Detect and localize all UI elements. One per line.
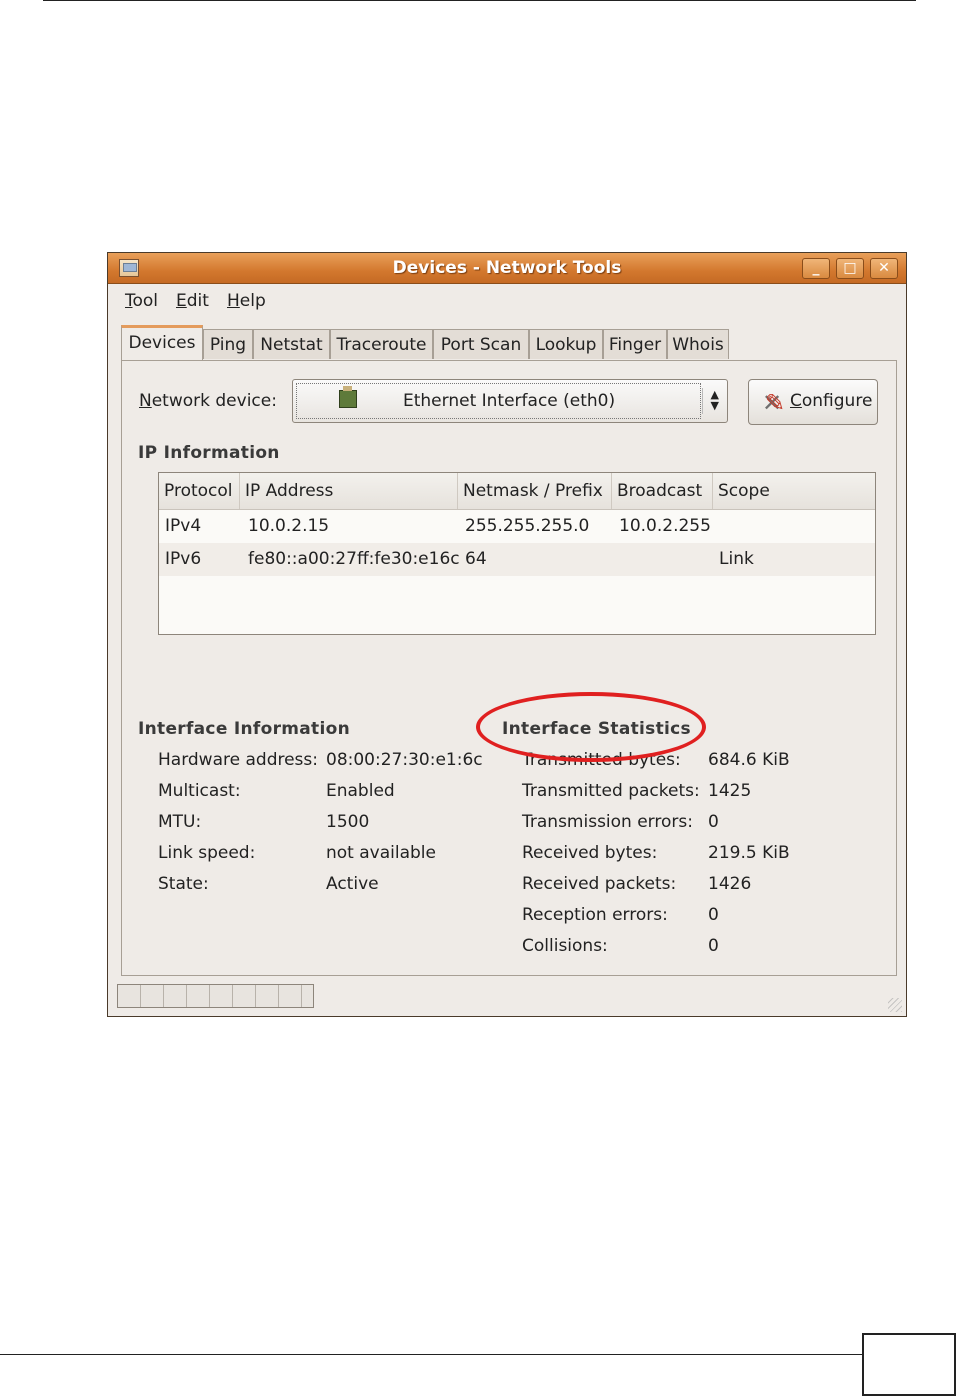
received-packets-value: 1426 xyxy=(708,874,752,894)
ip-information-heading: IP Information xyxy=(138,443,280,463)
mtu-value: 1500 xyxy=(326,812,370,832)
page-top-rule xyxy=(43,0,916,1)
cell-protocol: IPv4 xyxy=(165,516,202,536)
minimize-button[interactable]: _ xyxy=(802,258,830,279)
multicast-value: Enabled xyxy=(326,781,395,801)
updown-arrow-icon: ▲ ▼ xyxy=(710,388,719,412)
tab-ping[interactable]: Ping xyxy=(203,329,253,359)
table-header: Protocol IP Address Netmask / Prefix Bro… xyxy=(159,473,875,510)
column-ip-address[interactable]: IP Address xyxy=(240,473,458,509)
menu-bar: Tool Edit Help xyxy=(108,284,906,314)
received-bytes-value: 219.5 KiB xyxy=(708,843,790,863)
window-title: Devices - Network Tools xyxy=(392,258,622,278)
page-bottom-rule xyxy=(0,1354,862,1355)
tab-finger[interactable]: Finger xyxy=(603,329,667,359)
title-bar[interactable]: Devices - Network Tools _ □ ✕ xyxy=(108,253,906,284)
tab-netstat[interactable]: Netstat xyxy=(253,329,330,359)
cell-scope: Link xyxy=(719,549,754,569)
state-label: State: xyxy=(158,874,209,894)
highlight-ellipse xyxy=(476,692,706,762)
multicast-label: Multicast: xyxy=(158,781,241,801)
tab-devices[interactable]: Devices xyxy=(121,325,203,361)
received-bytes-label: Received bytes: xyxy=(522,843,658,863)
column-scope[interactable]: Scope xyxy=(713,473,875,509)
state-value: Active xyxy=(326,874,379,894)
hardware-address-value: 08:00:27:30:e1:6c xyxy=(326,750,483,770)
close-button[interactable]: ✕ xyxy=(870,258,898,279)
reception-errors-value: 0 xyxy=(708,905,719,925)
column-netmask[interactable]: Netmask / Prefix xyxy=(458,473,612,509)
page-number-box xyxy=(862,1333,956,1396)
reception-errors-label: Reception errors: xyxy=(522,905,668,925)
cell-netmask: 64 xyxy=(465,549,487,569)
network-card-icon xyxy=(339,386,357,408)
cell-ip-address: 10.0.2.15 xyxy=(248,516,330,536)
cell-protocol: IPv6 xyxy=(165,549,202,569)
maximize-icon: □ xyxy=(843,260,857,276)
tools-icon: ✕ ✎ xyxy=(761,389,786,417)
column-broadcast[interactable]: Broadcast xyxy=(612,473,713,509)
collisions-value: 0 xyxy=(708,936,719,956)
tab-lookup[interactable]: Lookup xyxy=(529,329,603,359)
link-speed-value: not available xyxy=(326,843,436,863)
network-tools-window: Devices - Network Tools _ □ ✕ Tool Edit … xyxy=(107,252,907,1017)
interface-information-heading: Interface Information xyxy=(138,719,350,739)
ip-information-table[interactable]: Protocol IP Address Netmask / Prefix Bro… xyxy=(158,472,876,635)
minimize-icon: _ xyxy=(812,260,820,276)
mtu-label: MTU: xyxy=(158,812,202,832)
cell-ip-address: fe80::a00:27ff:fe30:e16c xyxy=(248,549,460,569)
link-speed-label: Link speed: xyxy=(158,843,256,863)
transmission-errors-label: Transmission errors: xyxy=(522,812,693,832)
hardware-address-label: Hardware address: xyxy=(158,750,318,770)
transmitted-packets-value: 1425 xyxy=(708,781,752,801)
transmitted-bytes-value: 684.6 KiB xyxy=(708,750,790,770)
maximize-button[interactable]: □ xyxy=(836,258,864,279)
network-device-label: Network device: xyxy=(139,391,277,411)
tab-port-scan[interactable]: Port Scan xyxy=(433,329,529,359)
menu-edit[interactable]: Edit xyxy=(176,291,209,311)
combo-separator xyxy=(702,388,703,414)
table-row[interactable]: IPv6 fe80::a00:27ff:fe30:e16c 64 Link xyxy=(159,543,875,576)
network-device-select[interactable]: Ethernet Interface (eth0) ▲ ▼ xyxy=(292,379,728,423)
received-packets-label: Received packets: xyxy=(522,874,677,894)
menu-help[interactable]: Help xyxy=(227,291,266,311)
transmission-errors-value: 0 xyxy=(708,812,719,832)
resize-grip-icon[interactable] xyxy=(888,998,902,1012)
network-device-value: Ethernet Interface (eth0) xyxy=(403,391,616,411)
close-icon: ✕ xyxy=(878,260,890,276)
tab-whois[interactable]: Whois xyxy=(667,329,729,359)
transmitted-packets-label: Transmitted packets: xyxy=(522,781,700,801)
configure-button[interactable]: ✕ ✎ Configure xyxy=(748,379,878,425)
cell-broadcast: 10.0.2.255 xyxy=(619,516,711,536)
collisions-label: Collisions: xyxy=(522,936,608,956)
progress-bar xyxy=(117,984,314,1008)
column-protocol[interactable]: Protocol xyxy=(159,473,240,509)
menu-tool[interactable]: Tool xyxy=(125,291,158,311)
table-row[interactable]: IPv4 10.0.2.15 255.255.255.0 10.0.2.255 xyxy=(159,510,875,543)
configure-label: Configure xyxy=(790,391,873,411)
tab-traceroute[interactable]: Traceroute xyxy=(330,329,433,359)
cell-netmask: 255.255.255.0 xyxy=(465,516,590,536)
